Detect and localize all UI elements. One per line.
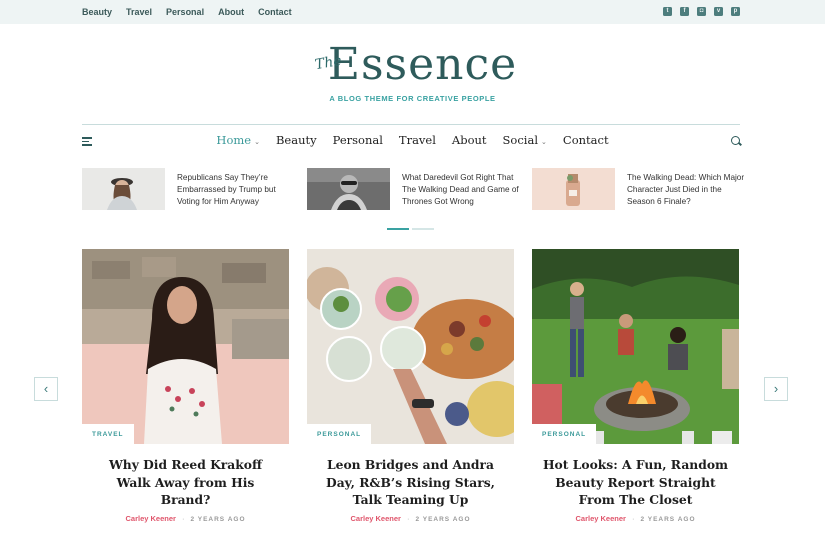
site-tagline: A BLOG THEME FOR CREATIVE PEOPLE	[329, 94, 496, 103]
mini-post-title[interactable]: What Daredevil Got Right That The Walkin…	[402, 168, 520, 210]
slider-dot-active[interactable]	[387, 228, 409, 230]
nav-contact[interactable]: Contact	[563, 133, 609, 147]
post-card-image[interactable]: PERSONAL	[307, 249, 514, 444]
post-meta: Carley Keener · 2 YEARS AGO	[575, 513, 696, 523]
mini-post-thumbnail[interactable]	[82, 168, 165, 210]
search-icon[interactable]	[731, 136, 740, 145]
instagram-icon[interactable]: ◘	[697, 7, 706, 16]
post-card[interactable]: PERSONAL Leon Bridges and Andra Day, R&B…	[307, 249, 514, 523]
mini-post-thumbnail[interactable]	[307, 168, 390, 210]
facebook-icon[interactable]: f	[680, 7, 689, 16]
top-nav-beauty[interactable]: Beauty	[82, 0, 112, 24]
post-meta: Carley Keener · 2 YEARS AGO	[125, 513, 246, 523]
top-nav-about[interactable]: About	[218, 0, 244, 24]
post-card[interactable]: PERSONAL Hot Looks: A Fun, Random Beauty…	[532, 249, 739, 523]
post-card-image[interactable]: TRAVEL	[82, 249, 289, 444]
chevron-down-icon: ⌄	[541, 138, 547, 146]
chevron-down-icon: ⌄	[254, 138, 260, 146]
top-nav-personal[interactable]: Personal	[166, 0, 204, 24]
social-icons: t f ◘ v p	[663, 7, 740, 16]
category-badge[interactable]: PERSONAL	[307, 424, 372, 444]
post-author[interactable]: Carley Keener	[350, 514, 400, 523]
post-author[interactable]: Carley Keener	[575, 514, 625, 523]
mini-post-title[interactable]: The Walking Dead: Which Major Character …	[627, 168, 745, 210]
carousel-next-button[interactable]: ›	[764, 377, 788, 401]
category-badge[interactable]: TRAVEL	[82, 424, 134, 444]
post-card-title[interactable]: Hot Looks: A Fun, Random Beauty Report S…	[532, 456, 739, 509]
mini-post[interactable]: The Walking Dead: Which Major Character …	[532, 168, 745, 210]
top-nav-travel[interactable]: Travel	[126, 0, 152, 24]
nav-divider	[82, 124, 740, 125]
nav-social[interactable]: Social ⌄	[503, 133, 547, 147]
pinterest-icon[interactable]: p	[731, 7, 740, 16]
post-card[interactable]: TRAVEL Why Did Reed Krakoff Walk Away fr…	[82, 249, 289, 523]
logo-wordmark: Essence	[327, 39, 518, 90]
carousel-prev-button[interactable]: ‹	[34, 377, 58, 401]
site-logo[interactable]: The Essence	[0, 40, 825, 90]
post-author[interactable]: Carley Keener	[125, 514, 175, 523]
nav-home[interactable]: Home ⌄	[216, 133, 260, 147]
post-date: 2 YEARS AGO	[415, 515, 471, 523]
post-date: 2 YEARS AGO	[190, 515, 246, 523]
mini-post[interactable]: What Daredevil Got Right That The Walkin…	[307, 168, 520, 210]
top-nav: Beauty Travel Personal About Contact	[82, 0, 306, 24]
mini-post-thumbnail[interactable]	[532, 168, 615, 210]
vimeo-icon[interactable]: v	[714, 7, 723, 16]
mini-post[interactable]: Republicans Say They’re Embarrassed by T…	[82, 168, 295, 210]
mini-post-title[interactable]: Republicans Say They’re Embarrassed by T…	[177, 168, 295, 210]
post-date: 2 YEARS AGO	[640, 515, 696, 523]
nav-personal[interactable]: Personal	[333, 133, 383, 147]
post-card-title[interactable]: Leon Bridges and Andra Day, R&B’s Rising…	[307, 456, 514, 509]
nav-about[interactable]: About	[452, 133, 487, 147]
twitter-icon[interactable]: t	[663, 7, 672, 16]
top-bar: Beauty Travel Personal About Contact t f…	[0, 0, 825, 24]
slider-pagination	[387, 228, 434, 230]
nav-travel[interactable]: Travel	[399, 133, 436, 147]
category-badge[interactable]: PERSONAL	[532, 424, 597, 444]
main-nav: Home ⌄ Beauty Personal Travel About Socia…	[0, 133, 825, 147]
post-meta: Carley Keener · 2 YEARS AGO	[350, 513, 471, 523]
nav-beauty[interactable]: Beauty	[276, 133, 317, 147]
post-card-title[interactable]: Why Did Reed Krakoff Walk Away from His …	[82, 456, 289, 509]
slider-dot[interactable]	[412, 228, 434, 230]
top-nav-contact[interactable]: Contact	[258, 0, 292, 24]
post-card-image[interactable]: PERSONAL	[532, 249, 739, 444]
